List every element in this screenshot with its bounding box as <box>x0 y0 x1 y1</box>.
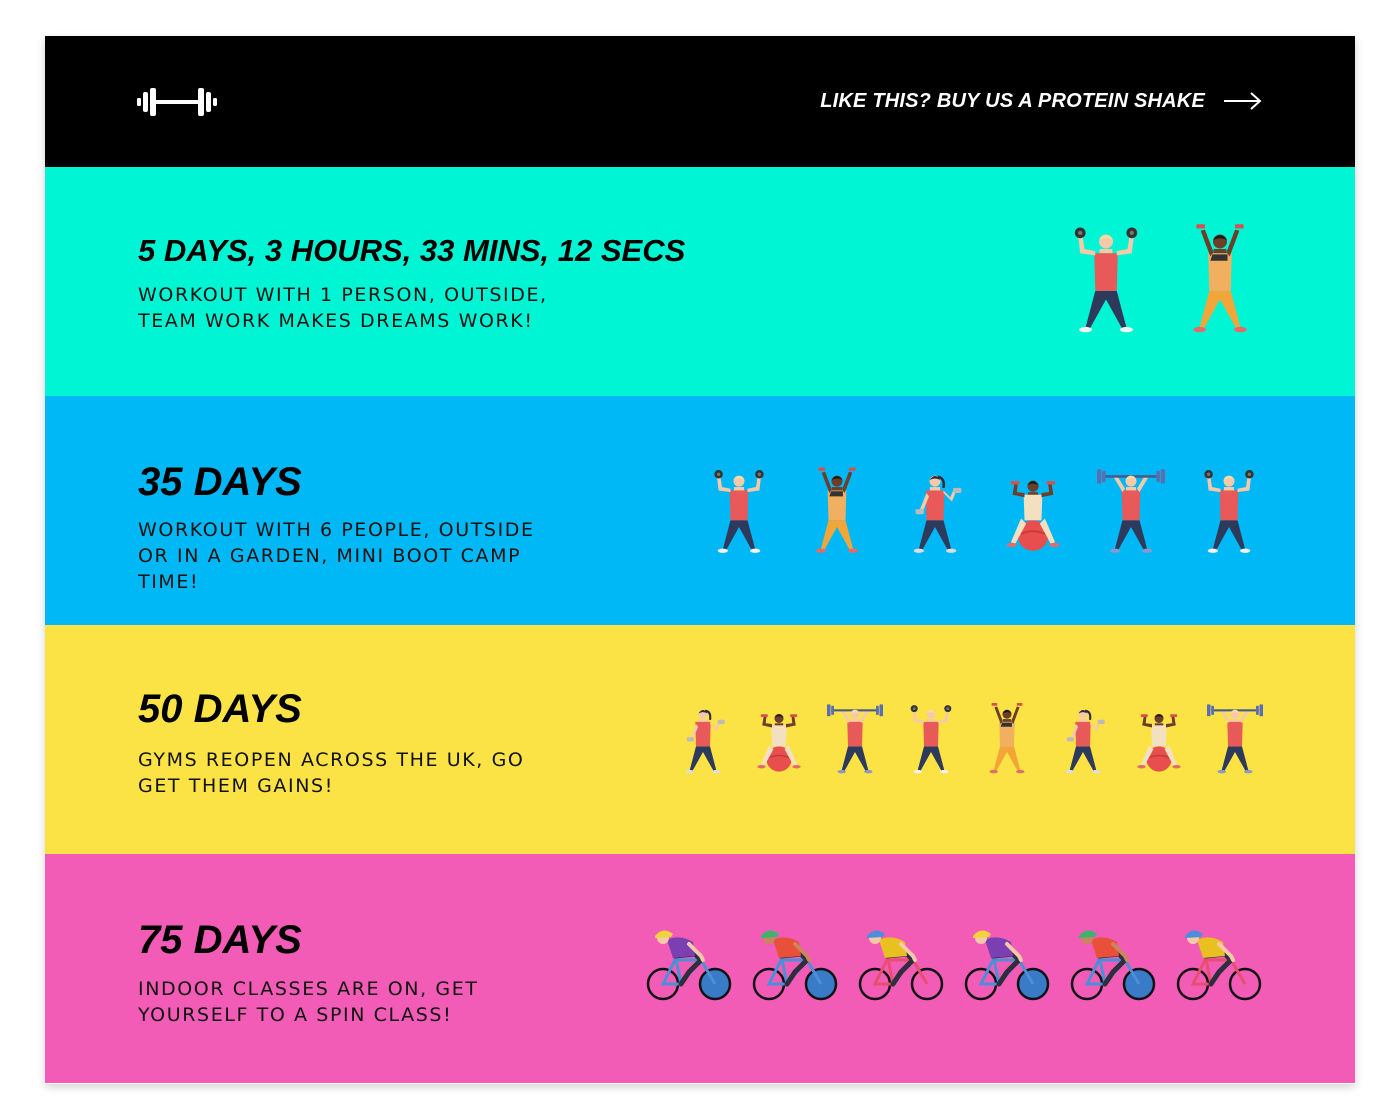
section-title: 5 DAYS, 3 HOURS, 33 MINS, 12 SECS <box>138 233 686 268</box>
arms-up-woman-illustration <box>979 692 1035 784</box>
cyclist-purple-illustration <box>645 926 733 1006</box>
arms-up-woman-illustration <box>803 454 871 566</box>
section-text: 5 DAYS, 3 HOURS, 33 MINS, 12 SECS WORKOU… <box>138 235 698 334</box>
exercise-ball-woman-illustration <box>751 692 807 784</box>
arms-up-woman-illustration <box>1177 213 1263 343</box>
cyclist-red-illustration <box>751 926 839 1006</box>
dumbbell-press-man-illustration <box>1195 454 1263 566</box>
description-line: WORKOUT WITH 1 PERSON, OUTSIDE, <box>138 284 548 306</box>
header-bar: LIKE THIS? BUY US A PROTEIN SHAKE <box>45 36 1355 167</box>
barbell-man-illustration <box>1097 454 1165 566</box>
section-text: 75 DAYS INDOOR CLASSES ARE ON, GET YOURS… <box>138 920 698 1028</box>
dumbbell-curl-woman-illustration <box>1055 692 1111 784</box>
protein-shake-link-label: LIKE THIS? BUY US A PROTEIN SHAKE <box>820 89 1205 112</box>
description-line: TIME! <box>138 571 200 593</box>
cyclist-purple-illustration <box>963 926 1051 1006</box>
description-line: OR IN A GARDEN, MINI BOOT CAMP <box>138 545 522 567</box>
dumbbell-press-man-illustration <box>1063 213 1149 343</box>
dumbbell-curl-woman-illustration <box>675 692 731 784</box>
protein-shake-link[interactable]: LIKE THIS? BUY US A PROTEIN SHAKE <box>820 86 1263 116</box>
athletes-row <box>705 454 1263 566</box>
section-50-days: 50 DAYS GYMS REOPEN ACROSS THE UK, GO GE… <box>45 625 1355 854</box>
cyclist-yellow-illustration <box>857 926 945 1006</box>
infographic-card: LIKE THIS? BUY US A PROTEIN SHAKE 5 DAYS… <box>45 36 1355 1084</box>
cyclist-red-illustration <box>1069 926 1157 1006</box>
athletes-row <box>675 692 1263 784</box>
description-line: INDOOR CLASSES ARE ON, GET <box>138 978 479 1000</box>
description-line: TEAM WORK MAKES DREAMS WORK! <box>138 310 534 332</box>
description-line: WORKOUT WITH 6 PEOPLE, OUTSIDE <box>138 519 535 541</box>
section-description: WORKOUT WITH 6 PEOPLE, OUTSIDE OR IN A G… <box>138 517 698 595</box>
barbell-man-illustration <box>1207 692 1263 784</box>
barbell-man-illustration <box>827 692 883 784</box>
cyclist-yellow-illustration <box>1175 926 1263 1006</box>
exercise-ball-woman-illustration <box>1131 692 1187 784</box>
description-line: GET THEM GAINS! <box>138 775 334 797</box>
section-title: 75 DAYS <box>138 918 302 962</box>
description-line: GYMS REOPEN ACROSS THE UK, GO <box>138 749 525 771</box>
section-description: GYMS REOPEN ACROSS THE UK, GO GET THEM G… <box>138 747 698 799</box>
dumbbell-icon[interactable] <box>137 87 217 117</box>
section-text: 50 DAYS GYMS REOPEN ACROSS THE UK, GO GE… <box>138 689 698 799</box>
section-text: 35 DAYS WORKOUT WITH 6 PEOPLE, OUTSIDE O… <box>138 462 698 595</box>
dumbbell-press-man-illustration <box>903 692 959 784</box>
athletes-row <box>1063 213 1263 343</box>
exercise-ball-woman-illustration <box>999 454 1067 566</box>
section-75-days: 75 DAYS INDOOR CLASSES ARE ON, GET YOURS… <box>45 854 1355 1083</box>
section-title: 35 DAYS <box>138 460 302 504</box>
description-line: YOURSELF TO A SPIN CLASS! <box>138 1004 453 1026</box>
section-description: WORKOUT WITH 1 PERSON, OUTSIDE, TEAM WOR… <box>138 282 698 334</box>
section-5-days: 5 DAYS, 3 HOURS, 33 MINS, 12 SECS WORKOU… <box>45 167 1355 396</box>
arrow-right-icon <box>1224 92 1262 110</box>
cyclists-row <box>645 926 1263 1006</box>
section-title: 50 DAYS <box>138 687 302 731</box>
dumbbell-curl-woman-illustration <box>901 454 969 566</box>
dumbbell-press-man-illustration <box>705 454 773 566</box>
section-35-days: 35 DAYS WORKOUT WITH 6 PEOPLE, OUTSIDE O… <box>45 396 1355 625</box>
section-description: INDOOR CLASSES ARE ON, GET YOURSELF TO A… <box>138 976 698 1028</box>
